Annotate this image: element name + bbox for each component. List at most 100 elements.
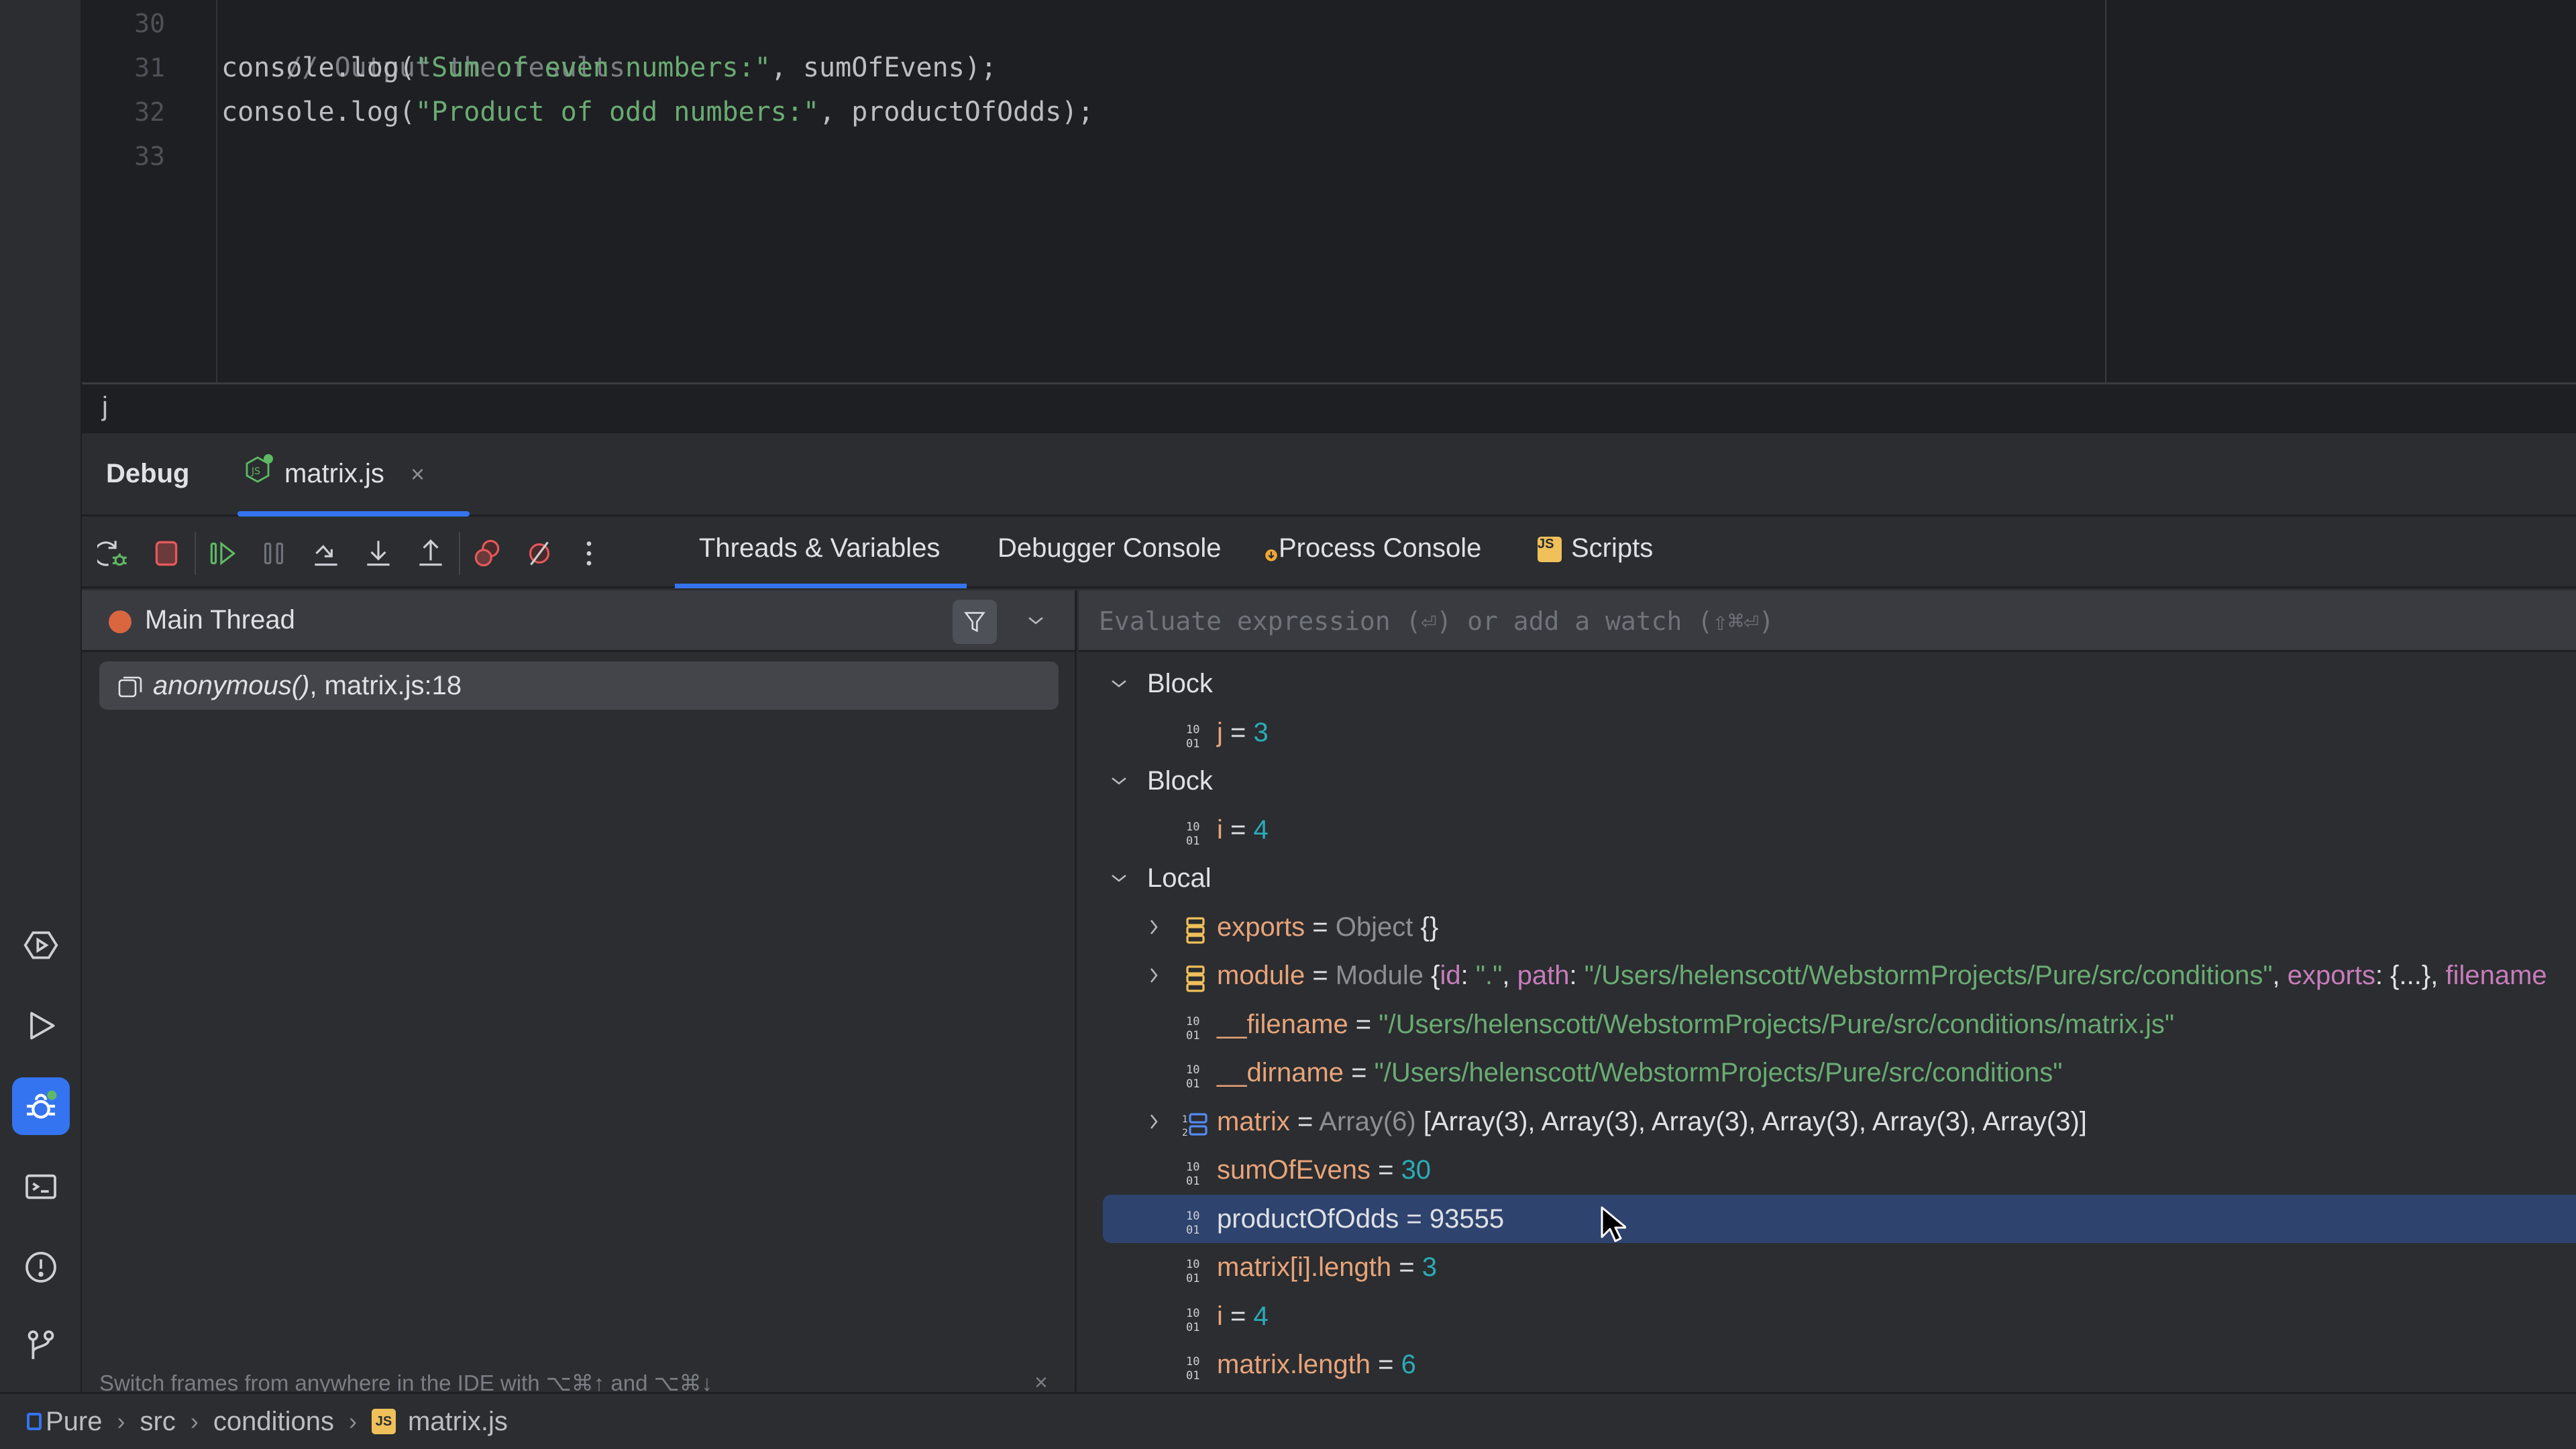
more-options-button[interactable] [570,533,608,574]
mute-breakpoints-icon [529,541,550,566]
tab-threads-variables[interactable]: Threads & Variables [675,533,967,588]
breadcrumb-separator-icon: › [348,1407,357,1435]
git-icon [28,1330,54,1359]
thread-dropdown-button[interactable] [1022,604,1049,637]
session-tab-label: matrix.js [284,459,384,488]
variable-name: i [1217,1301,1223,1331]
equals-sign: = [1305,912,1336,942]
chevron-right-icon[interactable] [1140,951,1167,1000]
variable-text: productOfOdds = 93555 [1217,1195,1504,1243]
editor-gutter[interactable]: 30 31 32 33 [82,0,216,382]
resume-button[interactable] [204,533,241,574]
code-line: console.log("Product of odd numbers:", p… [221,90,1093,134]
view-breakpoints-icon [474,539,500,567]
code-editor[interactable]: 30 31 32 33 // Output the results consol… [82,0,2576,384]
chevron-right-icon[interactable] [1140,1097,1167,1146]
code-token: console.log( [221,97,415,127]
view-breakpoints-button[interactable] [468,533,506,574]
step-over-button[interactable] [307,533,345,574]
equals-sign: = [1370,1155,1401,1185]
svg-text:01: 01 [1186,1175,1199,1188]
debug-button[interactable] [12,1077,70,1135]
thread-selector[interactable]: Main Thread [82,590,1075,652]
variable-row[interactable]: 10 01 j = 3 [1079,708,2576,757]
evaluate-expression-input[interactable] [1099,600,2541,643]
value-token: id [1440,961,1461,990]
problems-icon [25,1252,56,1283]
variable-row[interactable]: 10 01 __filename = "/Users/helenscott/Webs… [1079,1000,2576,1049]
variable-row[interactable]: 1 2 matrix = Array(6) [Array(3), Array(3),… [1079,1097,2576,1146]
variable-type: Object [1335,912,1413,942]
problems-button[interactable] [12,1238,70,1296]
rerun-debug-button[interactable] [95,533,133,574]
primitive-value-icon: 10 01 [1182,1350,1209,1383]
toolbar-separator [195,532,196,575]
variable-row[interactable]: exports = Object {} [1079,903,2576,951]
variable-row[interactable]: 10 01 i = 4 [1079,806,2576,854]
breadcrumb-separator-icon: › [190,1407,199,1435]
value-token: { [1431,961,1440,990]
terminal-button[interactable] [12,1158,70,1216]
equals-sign: = [1391,1252,1422,1282]
scope-label: Block [1147,766,1213,796]
debug-session-tab[interactable]: JS matrix.js × [237,453,470,517]
tab-scripts[interactable]: JS Scripts [1538,533,1653,588]
value-token: : {...}, [2375,961,2446,990]
tab-label: Threads & Variables [699,533,941,563]
variable-text: matrix = Array(6) [Array(3), Array(3), A… [1217,1097,2087,1146]
chevron-down-icon[interactable] [1106,854,1132,902]
code-string: "Product of odd numbers:" [415,97,820,127]
stack-frame[interactable]: anonymous(), matrix.js:18 [99,661,1059,710]
code-token: console.log( [221,52,415,83]
array-icon: 12 [1182,1107,1209,1138]
chevron-down-icon[interactable] [1106,659,1132,708]
breadcrumb-separator-icon: › [117,1407,125,1435]
breadcrumb-conditions[interactable]: conditions [213,1407,334,1437]
tab-debugger-console[interactable]: Debugger Console [998,533,1222,588]
tab-process-console[interactable]: Process Console [1264,533,1481,588]
debug-header: Debug JS matrix.js × [82,433,2576,517]
version-control-button[interactable] [12,1316,70,1374]
variable-name: exports [1217,912,1305,942]
variable-row[interactable]: 10 01 productOfOdds = 93555 [1103,1194,2576,1243]
svg-text:01: 01 [1186,1077,1199,1091]
svg-text:10: 10 [1186,1355,1199,1368]
breadcrumb-file[interactable]: JS matrix.js [371,1407,508,1437]
frame-name: anonymous(), matrix.js:18 [153,671,462,701]
filter-frames-button[interactable] [953,600,997,644]
chevron-down-icon[interactable] [1106,757,1132,805]
equals-sign: = [1348,1009,1379,1039]
primitive-value-icon: 10 01 [1182,1010,1209,1042]
close-session-tab-icon[interactable]: × [411,460,425,488]
variable-row[interactable]: 10 01 __dirname = "/Users/helenscott/Webst… [1079,1049,2576,1097]
services-button[interactable] [12,916,70,974]
scope-node[interactable]: Block [1079,659,2576,708]
variable-value: 93555 [1429,1203,1505,1234]
breadcrumb-src[interactable]: src [140,1407,176,1437]
js-file-icon: JS [371,1409,396,1434]
chevron-right-icon[interactable] [1140,903,1167,951]
variable-name: __filename [1217,1009,1348,1039]
step-into-button[interactable] [360,533,397,574]
scope-node[interactable]: Block [1079,757,2576,805]
line-number: 31 [134,53,165,83]
variable-row[interactable]: 10 01 matrix.length = 6 [1079,1340,2576,1389]
code-string: "Sum of even numbers:" [415,52,771,83]
step-out-button[interactable] [412,533,449,574]
variable-row[interactable]: 10 01 i = 4 [1079,1292,2576,1340]
variable-name: j [1217,717,1223,747]
scope-node[interactable]: Local [1079,854,2576,902]
pause-button[interactable] [255,533,292,574]
code-line: console.log("Sum of even numbers:", sumO… [221,46,997,90]
breadcrumb-project[interactable]: Pure [27,1407,103,1437]
variable-name: i [1217,814,1223,845]
line-number: 32 [134,97,165,127]
mute-breakpoints-button[interactable] [521,533,558,574]
svg-text:10: 10 [1186,1307,1199,1320]
variable-row[interactable]: module = Module {id: ".", path: "/Users/… [1079,951,2576,1000]
filter-icon [964,612,985,633]
stop-button[interactable] [148,533,185,574]
run-button[interactable] [12,997,70,1055]
variable-row[interactable]: 10 01 matrix[i].length = 3 [1079,1243,2576,1291]
variable-row[interactable]: 10 01 sumOfEvens = 30 [1079,1146,2576,1194]
